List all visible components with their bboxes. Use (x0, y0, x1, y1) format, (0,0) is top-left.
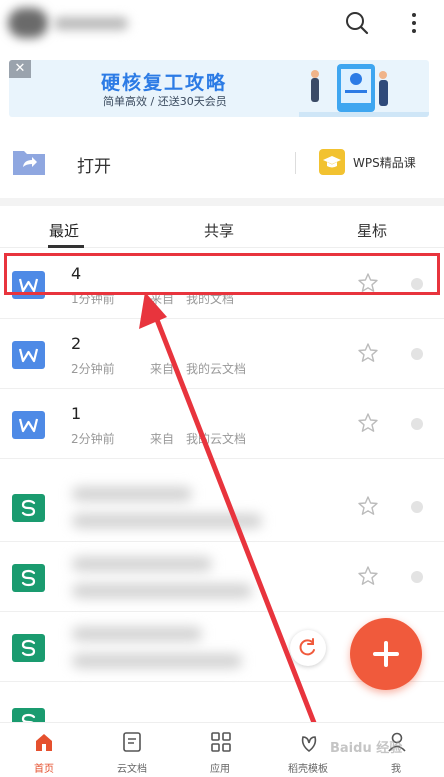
divider (295, 152, 296, 174)
blurred-file-name (72, 557, 212, 571)
apps-grid-icon (211, 732, 231, 752)
user-name (54, 17, 128, 30)
document-icon (123, 732, 141, 752)
avatar[interactable] (8, 8, 48, 38)
writer-doc-icon (12, 341, 45, 369)
file-row[interactable]: 2 2分钟前 来自 我的云文档 (0, 319, 444, 389)
nav-item-home[interactable]: 首页 (0, 723, 88, 777)
status-dot-icon (411, 348, 423, 360)
status-dot-icon (411, 571, 423, 583)
annotation-highlight-box (4, 253, 440, 295)
banner-subtitle: 简单高效 / 还送30天会员 (103, 95, 227, 108)
star-icon[interactable] (357, 495, 379, 517)
file-name: 1 (71, 404, 82, 423)
nav-item-cloud-docs[interactable]: 云文档 (88, 723, 176, 777)
open-folder-icon[interactable] (12, 148, 46, 176)
file-time: 2分钟前 (71, 432, 115, 446)
home-icon (36, 734, 52, 751)
banner-illustration-icon (299, 64, 429, 117)
tab-starred[interactable]: 星标 (357, 220, 387, 241)
source-location: 我的云文档 (186, 432, 247, 446)
file-row[interactable] (0, 472, 444, 542)
more-vertical-icon[interactable] (399, 8, 429, 38)
nav-label: 首页 (34, 764, 54, 775)
star-icon[interactable] (357, 342, 379, 364)
blurred-file-meta (72, 654, 242, 668)
nav-label: 应用 (210, 764, 230, 775)
blurred-file-name (72, 487, 192, 501)
source-prefix: 来自 (150, 432, 175, 446)
blurred-file-meta (72, 584, 252, 598)
top-bar (0, 0, 444, 48)
search-icon[interactable] (342, 8, 372, 38)
file-tabs: 最近 共享 星标 (0, 208, 444, 248)
banner-title: 硬核复工攻略 (101, 72, 228, 94)
active-tab-indicator (48, 245, 84, 248)
graduation-cap-icon[interactable] (319, 149, 345, 175)
file-row[interactable] (0, 542, 444, 612)
spreadsheet-icon (12, 634, 45, 662)
section-separator (0, 198, 444, 206)
spreadsheet-icon (12, 494, 45, 522)
nav-item-apps[interactable]: 应用 (176, 723, 264, 777)
file-source: 来自 我的云文档 (150, 430, 246, 447)
promo-banner[interactable]: ✕ 硬核复工攻略 简单高效 / 还送30天会员 (9, 60, 429, 117)
wps-course-button[interactable]: WPS精品课 (353, 154, 416, 171)
status-dot-icon (411, 501, 423, 513)
source-location: 我的云文档 (186, 362, 247, 376)
nav-label: 我 (391, 764, 401, 775)
leaf-icon (301, 736, 317, 753)
file-source: 来自 我的云文档 (150, 360, 246, 377)
quick-actions-row: 打开 WPS精品课 (0, 134, 444, 190)
nav-label: 稻壳模板 (288, 764, 328, 775)
star-icon[interactable] (357, 565, 379, 587)
file-name: 2 (71, 334, 82, 353)
new-document-button[interactable] (350, 618, 422, 690)
spreadsheet-icon (12, 564, 45, 592)
status-dot-icon (411, 418, 423, 430)
tab-recent[interactable]: 最近 (49, 220, 79, 241)
banner-close-icon[interactable]: ✕ (9, 60, 31, 78)
file-time: 2分钟前 (71, 362, 115, 376)
file-row[interactable]: 1 2分钟前 来自 我的云文档 (0, 389, 444, 459)
star-icon[interactable] (357, 412, 379, 434)
nav-label: 云文档 (117, 764, 147, 775)
writer-doc-icon (12, 411, 45, 439)
plus-icon-vertical (384, 641, 388, 667)
watermark: Baidu 经验 (330, 741, 403, 756)
tab-shared[interactable]: 共享 (204, 220, 234, 241)
open-file-button[interactable]: 打开 (77, 152, 111, 177)
blurred-file-name (72, 627, 202, 641)
app-screen: { "banner": { "title": "硬核复工攻略", "subtit… (0, 0, 444, 777)
refresh-icon[interactable] (290, 630, 326, 666)
blurred-file-meta (72, 514, 262, 528)
source-prefix: 来自 (150, 362, 175, 376)
